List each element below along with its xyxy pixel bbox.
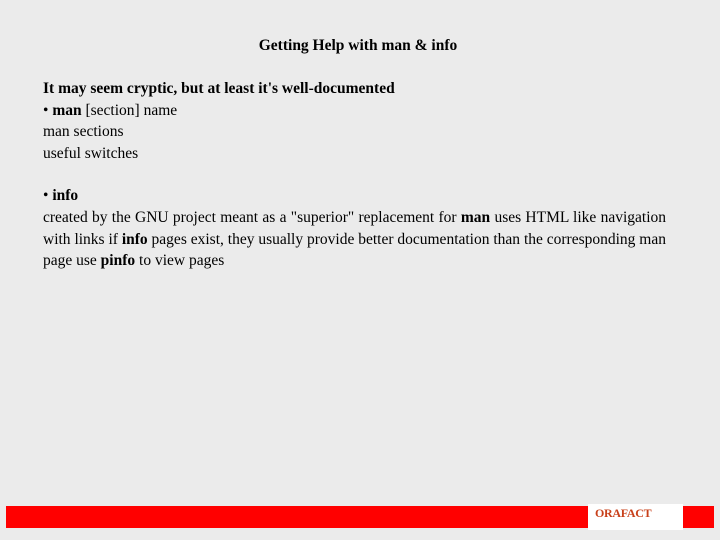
intro-text: It may seem cryptic, but at least it's w… (43, 80, 395, 97)
bullet-glyph: • (43, 101, 53, 119)
info-command: info (52, 187, 79, 205)
bullet-glyph: • (43, 187, 53, 205)
slide-content: It may seem cryptic, but at least it's w… (43, 78, 666, 272)
man-sections-text: man sections (43, 123, 124, 141)
info-text-part: created by the GNU project meant as a "s… (43, 208, 461, 226)
man-command: man (52, 101, 82, 119)
man-bullet-item: • man [section] name (43, 100, 666, 122)
man-args: [section] name (81, 101, 178, 119)
info-bullet-item: • info (43, 185, 666, 207)
info-description: created by the GNU project meant as a "s… (43, 207, 666, 272)
useful-switches-text: useful switches (43, 144, 139, 162)
man-keyword: man (460, 208, 491, 226)
footer-logo-box: ORAFACT (588, 504, 683, 530)
slide-title: Getting Help with man & info (258, 37, 458, 54)
info-keyword: info (121, 230, 148, 248)
info-text-part: to view pages (135, 252, 225, 270)
pinfo-keyword: pinfo (100, 252, 136, 270)
brand-logo: ORAFACT (595, 506, 652, 520)
